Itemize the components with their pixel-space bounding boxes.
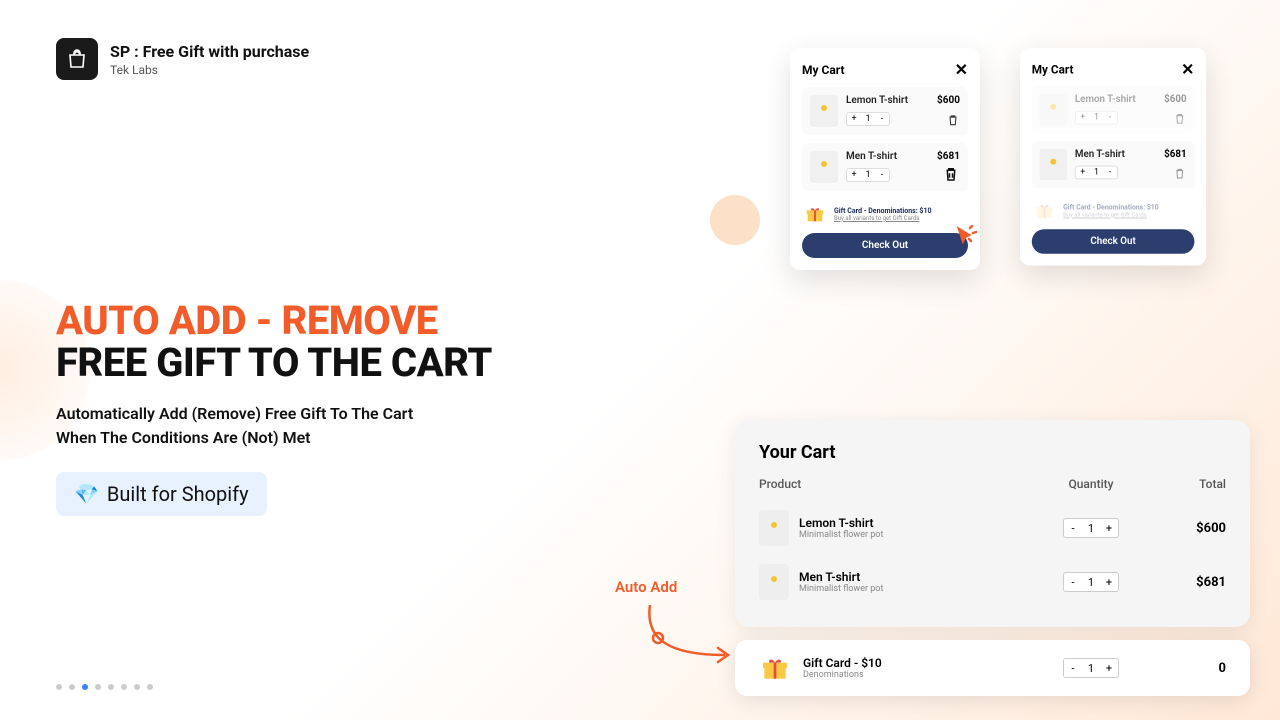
- gift-icon: [759, 652, 791, 684]
- cart-item-faded: Men T-shirt +1- $681: [1032, 141, 1195, 188]
- dot-active[interactable]: [82, 684, 88, 690]
- hero-line2: FREE GIFT TO THE CART: [56, 342, 636, 384]
- your-cart-title: Your Cart: [759, 442, 1226, 463]
- trash-icon[interactable]: [946, 113, 960, 127]
- cart-title: My Cart: [802, 63, 845, 77]
- product-thumb: [759, 564, 789, 600]
- dot[interactable]: [134, 684, 140, 690]
- app-header: SP : Free Gift with purchase Tek Labs: [56, 38, 309, 80]
- app-title: SP : Free Gift with purchase: [110, 42, 309, 61]
- dot[interactable]: [56, 684, 62, 690]
- gift-card-row: Gift Card - $10Denominations -1+ 0: [735, 640, 1250, 696]
- checkout-button[interactable]: Check Out: [1032, 229, 1195, 254]
- your-cart-panel: Your Cart Product Quantity Total Lemon T…: [735, 420, 1250, 627]
- qty-stepper[interactable]: -1+: [1063, 572, 1119, 592]
- bg-dot: [710, 195, 760, 245]
- qty-stepper[interactable]: +1-: [846, 168, 890, 182]
- app-icon: [56, 38, 98, 80]
- gift-icon: [1034, 200, 1056, 222]
- product-thumb: [810, 95, 838, 127]
- shopify-badge: 💎 Built for Shopify: [56, 472, 267, 516]
- mini-cart-removed: My Cart ✕ Lemon T-shirt +1- $600 Men T-s…: [1020, 48, 1206, 266]
- qty-stepper[interactable]: -1+: [1063, 658, 1119, 678]
- qty-stepper[interactable]: +1-: [846, 112, 890, 126]
- hero: AUTO ADD - REMOVE FREE GIFT TO THE CART …: [56, 300, 636, 516]
- dot[interactable]: [147, 684, 153, 690]
- qty-stepper[interactable]: +1-: [1075, 111, 1118, 125]
- table-row: Men T-shirtMinimalist flower pot -1+ $68…: [759, 555, 1226, 609]
- product-thumb: [759, 510, 789, 546]
- hero-desc: Automatically Add (Remove) Free Gift To …: [56, 402, 636, 450]
- mini-cart-active: My Cart ✕ Lemon T-shirt +1- $600 Men T-s…: [790, 48, 980, 270]
- trash-icon[interactable]: [1173, 112, 1187, 126]
- close-icon[interactable]: ✕: [1181, 60, 1194, 79]
- table-row: Lemon T-shirtMinimalist flower pot -1+ $…: [759, 501, 1226, 555]
- product-thumb: [1040, 94, 1067, 125]
- table-headers: Product Quantity Total: [759, 477, 1226, 491]
- cart-item: Men T-shirt +1- $681: [802, 143, 968, 191]
- qty-stepper[interactable]: -1+: [1063, 518, 1119, 538]
- dot[interactable]: [69, 684, 75, 690]
- cart-item: Lemon T-shirt +1- $600: [802, 87, 968, 135]
- hero-line1: AUTO ADD - REMOVE: [56, 300, 636, 342]
- cart-item: Lemon T-shirt +1- $600: [1032, 86, 1195, 133]
- product-thumb: [1040, 149, 1067, 180]
- dot[interactable]: [108, 684, 114, 690]
- carousel-dots[interactable]: [56, 684, 153, 690]
- auto-add-label: Auto Add: [615, 578, 677, 596]
- qty-stepper: +1-: [1075, 166, 1118, 180]
- gift-icon: [804, 203, 826, 225]
- gift-row-faded: Gift Card - Denominations: $10 Buy all v…: [1032, 196, 1195, 229]
- dot[interactable]: [121, 684, 127, 690]
- checkout-button[interactable]: Check Out: [802, 233, 968, 258]
- cart-title: My Cart: [1032, 62, 1074, 76]
- close-icon[interactable]: ✕: [955, 60, 968, 79]
- diamond-icon: 💎: [74, 482, 99, 506]
- trash-icon: [1173, 167, 1187, 181]
- dot[interactable]: [95, 684, 101, 690]
- click-cursor-icon: [955, 225, 979, 254]
- app-subtitle: Tek Labs: [110, 63, 309, 77]
- product-thumb: [810, 151, 838, 183]
- gift-row: Gift Card - Denominations: $10 Buy all v…: [802, 199, 968, 233]
- badge-text: Built for Shopify: [107, 482, 249, 506]
- trash-icon[interactable]: [942, 165, 960, 183]
- arrow-icon: [640, 600, 740, 670]
